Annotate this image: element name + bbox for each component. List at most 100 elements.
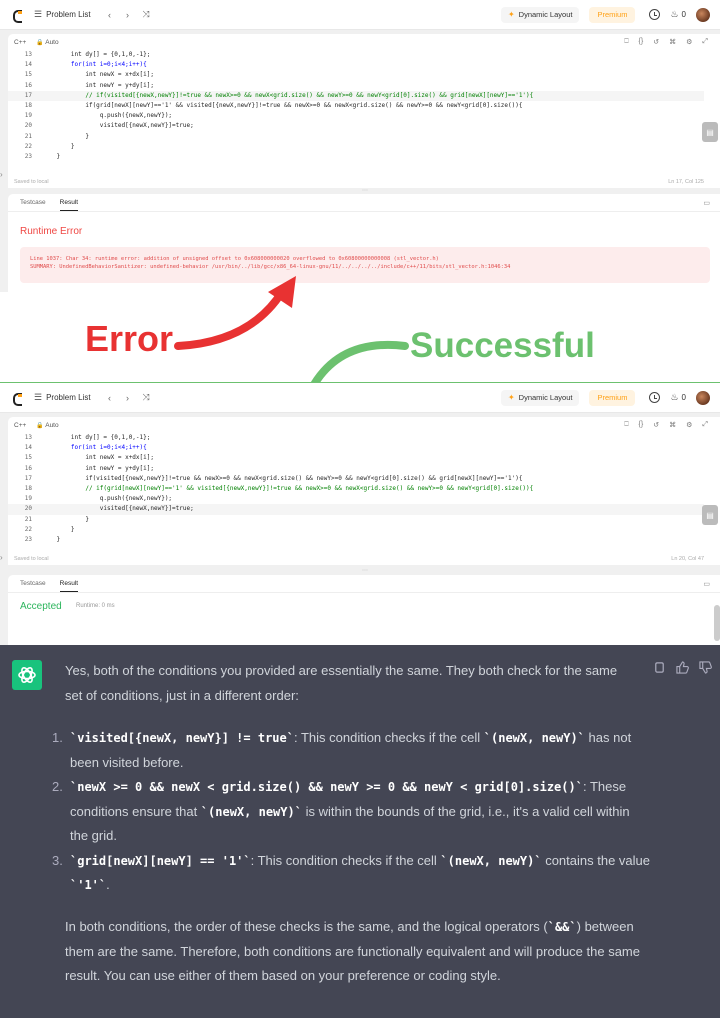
inline-code: `newX >= 0 && newX < grid.size() && newY… [70,780,583,794]
code-line[interactable]: visited[{newX,newY}]=true; [42,504,194,514]
code-line[interactable]: } [42,142,75,152]
auto-mode[interactable]: 🔒 Auto [36,422,58,429]
cursor-position: Ln 17, Col 125 [668,179,704,185]
shortcut-icon[interactable]: ⌘ [669,421,676,429]
chevron-right-icon[interactable]: › [0,553,3,562]
code-line[interactable]: int dy[] = {0,1,0,-1}; [42,50,150,60]
scrollbar[interactable] [714,605,720,641]
list-icon: ☰ [34,9,43,19]
result-panel: Testcase Result ▭ Accepted Runtime: 0 ms [8,575,720,645]
alarm-icon[interactable] [649,9,661,20]
streak-counter[interactable]: ♨ 0 [670,9,686,20]
error-label: Error [85,318,174,359]
code-line[interactable]: } [42,535,60,545]
editor-header: C++ 🔒 Auto [8,417,720,433]
leetcode-logo-icon[interactable] [12,9,24,23]
drag-handle[interactable]: ⋯ [360,187,370,194]
dynamic-layout-label: Dynamic Layout [518,393,573,402]
braces-icon[interactable]: {} [639,421,644,429]
premium-button[interactable]: Premium [589,389,636,406]
inline-code: `(newX, newY)` [483,731,585,745]
editor-toolbar: ⎕ {} ↺ ⌘ ⚙ ⤢ [624,38,708,46]
streak-counter[interactable]: ♨ 0 [670,392,686,403]
chevron-right-icon[interactable]: › [121,391,135,405]
code-lines[interactable]: 13 int dy[] = {0,1,0,-1}; 14 for(int i=0… [8,433,704,545]
note-icon[interactable]: ▤ [702,122,718,142]
shuffle-icon[interactable]: ⤨ [143,392,150,403]
settings-icon[interactable]: ⚙ [686,421,692,429]
tab-result[interactable]: Result [59,580,79,592]
problem-list-button[interactable]: ☰ Problem List [34,392,91,403]
thumbs-down-icon[interactable] [699,661,712,674]
code-line[interactable]: int newY = y+dy[i]; [42,81,154,91]
sparkle-icon: ✦ [507,393,515,402]
fullscreen-icon[interactable]: ⤢ [702,421,708,429]
chevron-left-icon[interactable]: ‹ [103,391,117,405]
shortcut-icon[interactable]: ⌘ [669,38,676,46]
auto-mode[interactable]: 🔒 Auto [36,39,58,46]
chevron-right-icon[interactable]: › [0,170,3,179]
braces-icon[interactable]: {} [639,38,644,46]
reset-icon[interactable]: ↺ [653,38,659,46]
language-select[interactable]: C++ [14,422,26,429]
dynamic-layout-button[interactable]: ✦ Dynamic Layout [500,389,580,406]
code-line[interactable]: q.push({newX,newY}); [42,111,172,121]
code-line[interactable]: int newY = y+dy[i]; [42,464,154,474]
thumbs-up-icon[interactable] [676,661,689,674]
code-line[interactable]: int dy[] = {0,1,0,-1}; [42,433,150,443]
code-line[interactable]: if(visited[{newX,newY}]!=true && newX>=0… [42,474,522,484]
editor-toolbar: ⎕ {} ↺ ⌘ ⚙ ⤢ [624,421,708,429]
note-icon[interactable]: ▤ [702,505,718,525]
tab-testcase[interactable]: Testcase [20,199,46,206]
code-line[interactable]: } [42,515,89,525]
avatar[interactable] [696,390,710,405]
drag-handle[interactable]: ⋯ [360,567,370,574]
copy-icon[interactable] [653,661,666,674]
streak-count: 0 [681,393,686,402]
conditions-list: 1. `visited[{newX, newY}] != true`: This … [50,726,650,898]
code-line[interactable]: for(int i=0;i<4;i++){ [42,60,147,70]
runtime-error-title: Runtime Error [20,226,83,237]
code-lines[interactable]: 13 int dy[] = {0,1,0,-1}; 14 for(int i=0… [8,50,704,162]
lock-icon: 🔒 [36,39,44,46]
bookmark-icon[interactable]: ⎕ [624,38,628,46]
bookmark-icon[interactable]: ⎕ [624,421,628,429]
top-navbar: ☰ Problem List ‹ › ⤨ ✦ Dynamic Layout Pr… [0,0,720,30]
code-line[interactable]: } [42,132,89,142]
tab-result[interactable]: Result [59,199,79,211]
code-editor[interactable]: C++ 🔒 Auto ⎕ {} ↺ ⌘ ⚙ ⤢ 13 int dy[] = {0… [8,34,720,188]
code-line[interactable]: if(grid[newX][newY]=='1' && visited[{new… [42,101,522,111]
shuffle-icon[interactable]: ⤨ [143,9,150,20]
code-line[interactable]: } [42,525,75,535]
code-line[interactable]: int newX = x+dx[i]; [42,453,154,463]
language-select[interactable]: C++ [14,39,26,46]
code-line[interactable]: } [42,152,60,162]
premium-button[interactable]: Premium [589,6,636,23]
expand-icon[interactable]: ▭ [703,580,710,588]
editor-header: C++ 🔒 Auto [8,34,720,50]
fullscreen-icon[interactable]: ⤢ [702,38,708,46]
code-line[interactable]: // if(visited[{newX,newY}]!=true && newX… [42,91,533,101]
problem-list-button[interactable]: ☰ Problem List [34,9,91,20]
reset-icon[interactable]: ↺ [653,421,659,429]
inline-code: `(newX, newY)` [200,804,302,819]
chevron-left-icon[interactable]: ‹ [103,8,117,22]
dynamic-layout-button[interactable]: ✦ Dynamic Layout [500,6,580,23]
save-status: Saved to local [14,179,49,185]
chevron-right-icon[interactable]: › [121,8,135,22]
successful-label: Successful [410,326,595,365]
expand-icon[interactable]: ▭ [703,199,710,207]
code-line[interactable]: q.push({newX,newY}); [42,494,172,504]
alarm-icon[interactable] [649,392,661,403]
code-line[interactable]: visited[{newX,newY}]=true; [42,121,194,131]
sparkle-icon: ✦ [507,10,515,19]
code-line[interactable]: for(int i=0;i<4;i++){ [42,443,147,453]
settings-icon[interactable]: ⚙ [686,38,692,46]
avatar[interactable] [696,7,710,22]
leetcode-logo-icon[interactable] [12,392,24,406]
tab-testcase[interactable]: Testcase [20,580,46,587]
code-line[interactable]: // if(grid[newX][newY]=='1' && visited[{… [42,484,533,494]
flame-icon: ♨ [670,9,679,19]
code-line[interactable]: int newX = x+dx[i]; [42,70,154,80]
code-editor[interactable]: C++ 🔒 Auto ⎕ {} ↺ ⌘ ⚙ ⤢ 13 int dy[] = {0… [8,417,720,565]
